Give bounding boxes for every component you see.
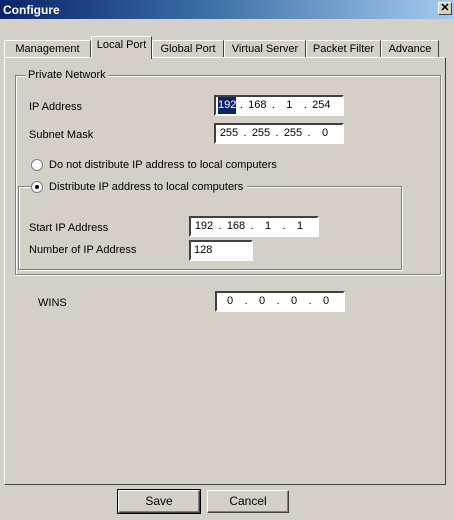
close-button[interactable]: ✕ bbox=[438, 2, 452, 15]
distribute-group: Distribute IP address to local computers… bbox=[18, 180, 402, 270]
start-ip-octet-3[interactable]: 1 bbox=[257, 218, 279, 235]
tab-local-port[interactable]: Local Port bbox=[91, 36, 152, 59]
subnet-mask-octet-4[interactable]: 0 bbox=[314, 125, 336, 142]
close-icon: ✕ bbox=[440, 2, 450, 14]
ip-address-label: IP Address bbox=[29, 101, 82, 113]
start-ip-octet-2[interactable]: 168 bbox=[225, 218, 247, 235]
wins-octet-3[interactable]: 0 bbox=[283, 293, 305, 310]
start-ip-octet-4[interactable]: 1 bbox=[289, 218, 311, 235]
radio-distribute-label: Distribute IP address to local computers bbox=[49, 181, 244, 193]
ip-address-octet-4[interactable]: 254 bbox=[310, 97, 332, 114]
radio-no-distribute-button[interactable] bbox=[31, 159, 43, 171]
title-bar[interactable]: Configure ✕ bbox=[0, 0, 454, 19]
wins-octet-2[interactable]: 0 bbox=[251, 293, 273, 310]
radio-distribute[interactable]: Distribute IP address to local computers bbox=[31, 180, 248, 194]
tab-management[interactable]: Management bbox=[4, 40, 91, 58]
subnet-mask-label: Subnet Mask bbox=[29, 129, 94, 141]
radio-distribute-button[interactable] bbox=[31, 181, 43, 193]
subnet-mask-octet-1[interactable]: 255 bbox=[218, 125, 240, 142]
number-of-ip-field[interactable]: 128 bbox=[189, 240, 253, 261]
tab-global-port[interactable]: Global Port bbox=[152, 40, 224, 58]
start-ip-label: Start IP Address bbox=[29, 222, 109, 234]
wins-octet-1[interactable]: 0 bbox=[219, 293, 241, 310]
tab-virtual-server[interactable]: Virtual Server bbox=[224, 40, 306, 58]
radio-no-distribute-label: Do not distribute IP address to local co… bbox=[49, 159, 277, 171]
subnet-mask-field[interactable]: 255. 255. 255. 0 bbox=[214, 123, 344, 144]
tab-packet-filter[interactable]: Packet Filter bbox=[306, 40, 381, 58]
tab-panel-local-port: Private Network IP Address 192. 168. 1. … bbox=[4, 57, 446, 485]
ip-address-octet-3[interactable]: 1 bbox=[278, 97, 300, 114]
tab-advance[interactable]: Advance bbox=[381, 40, 439, 58]
start-ip-octet-1[interactable]: 192 bbox=[193, 218, 215, 235]
wins-field[interactable]: 0. 0. 0. 0 bbox=[215, 291, 345, 312]
ip-address-octet-2[interactable]: 168 bbox=[246, 97, 268, 114]
subnet-mask-octet-2[interactable]: 255 bbox=[250, 125, 272, 142]
window-title: Configure bbox=[3, 3, 60, 17]
number-of-ip-label: Number of IP Address bbox=[29, 244, 137, 256]
ip-address-field[interactable]: 192. 168. 1. 254 bbox=[214, 95, 344, 116]
subnet-mask-octet-3[interactable]: 255 bbox=[282, 125, 304, 142]
wins-label: WINS bbox=[38, 297, 67, 309]
start-ip-field[interactable]: 192. 168. 1. 1 bbox=[189, 216, 319, 237]
wins-octet-4[interactable]: 0 bbox=[315, 293, 337, 310]
ip-address-octet-1[interactable]: 192 bbox=[218, 97, 237, 114]
cancel-button[interactable]: Cancel bbox=[207, 490, 289, 513]
configure-window: Configure ✕ Management Local Port Global… bbox=[0, 0, 454, 520]
radio-no-distribute[interactable]: Do not distribute IP address to local co… bbox=[31, 158, 277, 172]
save-button[interactable]: Save bbox=[117, 489, 201, 514]
private-network-group: Private Network IP Address 192. 168. 1. … bbox=[15, 69, 441, 275]
private-network-label: Private Network bbox=[26, 69, 108, 81]
